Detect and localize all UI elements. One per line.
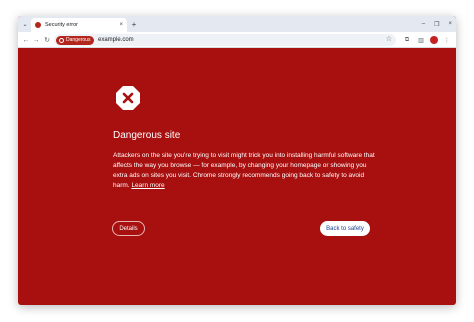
profile-avatar[interactable]	[429, 35, 439, 45]
warning-message: Attackers on the site you're trying to v…	[113, 151, 375, 191]
security-chip-label: Dangerous	[66, 37, 91, 43]
bookmark-star-icon[interactable]: ☆	[386, 35, 392, 43]
danger-chip-icon	[59, 37, 64, 43]
interstitial-page: Dangerous site Attackers on the site you…	[18, 48, 456, 305]
extensions-icon[interactable]: ⧉	[402, 35, 412, 45]
tab-close-icon[interactable]: ×	[119, 22, 123, 28]
security-chip[interactable]: Dangerous	[56, 35, 95, 45]
tab-title: Security error	[45, 22, 79, 28]
back-arrow-icon[interactable]: ←	[21, 35, 31, 45]
danger-octagon-icon	[116, 86, 140, 110]
details-button[interactable]: Details	[112, 221, 145, 236]
tab-search-button[interactable]: ⌄	[20, 19, 30, 29]
window-close-icon[interactable]: ×	[448, 21, 452, 27]
learn-more-link[interactable]: Learn more	[131, 182, 164, 189]
side-panel-icon[interactable]: ▥	[416, 35, 426, 45]
menu-icon[interactable]: ⋮	[442, 35, 452, 45]
restore-icon[interactable]: ❐	[434, 21, 439, 28]
address-bar[interactable]: Dangerous example.com ☆	[54, 34, 396, 46]
danger-icon	[35, 22, 41, 28]
page-title: Dangerous site	[113, 130, 181, 141]
browser-window: ⌄ Security error × + – ❐ × ← → ↻ Dangero…	[18, 16, 456, 305]
tab-strip: ⌄ Security error × + – ❐ ×	[18, 16, 456, 32]
url-text[interactable]: example.com	[98, 37, 134, 43]
back-to-safety-button[interactable]: Back to safety	[320, 221, 370, 236]
forward-arrow-icon[interactable]: →	[31, 35, 41, 45]
reload-icon[interactable]: ↻	[42, 35, 52, 45]
minimize-icon[interactable]: –	[422, 21, 425, 27]
toolbar: ← → ↻ Dangerous example.com ☆ ⧉ ▥ ⋮	[18, 32, 456, 48]
window-controls: – ❐ ×	[422, 19, 452, 29]
new-tab-button[interactable]: +	[129, 19, 139, 29]
profile-icon	[430, 36, 438, 44]
tab-security-error[interactable]: Security error ×	[31, 18, 127, 32]
